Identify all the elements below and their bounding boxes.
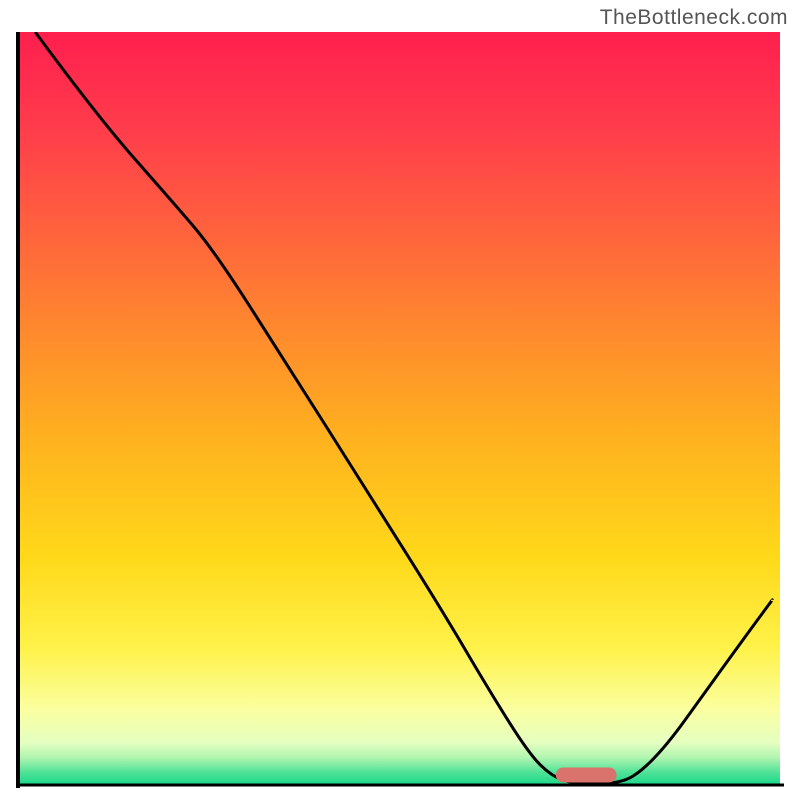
optimal-marker [556, 768, 617, 783]
watermark-text: TheBottleneck.com [600, 6, 788, 30]
chart-area [16, 32, 784, 788]
chart-svg [16, 32, 784, 788]
gradient-background [20, 32, 780, 784]
